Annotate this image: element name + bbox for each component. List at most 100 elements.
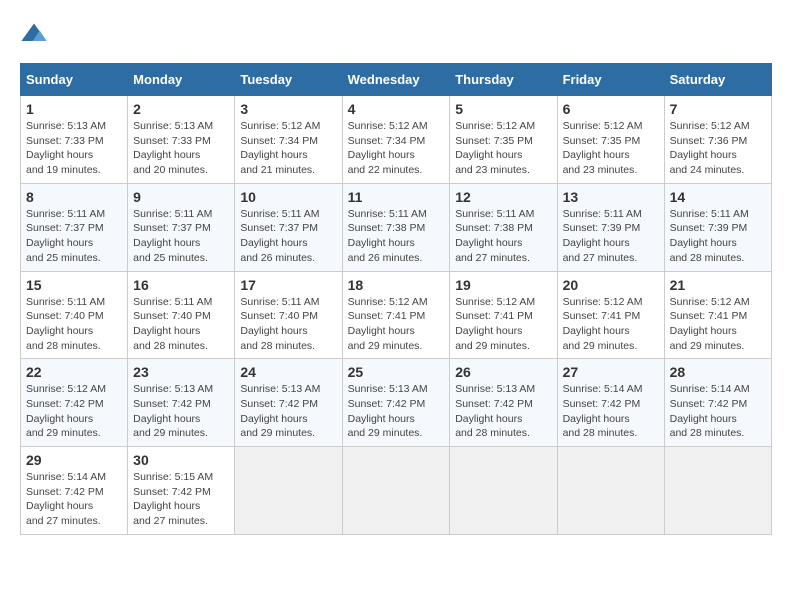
day-number: 9 <box>133 189 229 205</box>
day-info: Sunrise: 5:12 AM Sunset: 7:34 PM Dayligh… <box>348 119 445 178</box>
day-info: Sunrise: 5:12 AM Sunset: 7:35 PM Dayligh… <box>563 119 659 178</box>
table-row: 14 Sunrise: 5:11 AM Sunset: 7:39 PM Dayl… <box>664 183 771 271</box>
logo-icon <box>20 20 48 48</box>
day-info: Sunrise: 5:11 AM Sunset: 7:39 PM Dayligh… <box>563 207 659 266</box>
day-number: 6 <box>563 101 659 117</box>
table-row: 16 Sunrise: 5:11 AM Sunset: 7:40 PM Dayl… <box>128 271 235 359</box>
day-number: 21 <box>670 277 766 293</box>
day-info: Sunrise: 5:14 AM Sunset: 7:42 PM Dayligh… <box>563 382 659 441</box>
day-number: 14 <box>670 189 766 205</box>
table-row: 26 Sunrise: 5:13 AM Sunset: 7:42 PM Dayl… <box>450 359 557 447</box>
table-row: 17 Sunrise: 5:11 AM Sunset: 7:40 PM Dayl… <box>235 271 342 359</box>
table-row: 18 Sunrise: 5:12 AM Sunset: 7:41 PM Dayl… <box>342 271 450 359</box>
day-info: Sunrise: 5:12 AM Sunset: 7:42 PM Dayligh… <box>26 382 122 441</box>
table-row: 2 Sunrise: 5:13 AM Sunset: 7:33 PM Dayli… <box>128 96 235 184</box>
col-tuesday: Tuesday <box>235 64 342 96</box>
day-number: 13 <box>563 189 659 205</box>
calendar-week-row: 8 Sunrise: 5:11 AM Sunset: 7:37 PM Dayli… <box>21 183 772 271</box>
day-info: Sunrise: 5:11 AM Sunset: 7:37 PM Dayligh… <box>240 207 336 266</box>
day-number: 2 <box>133 101 229 117</box>
day-info: Sunrise: 5:12 AM Sunset: 7:41 PM Dayligh… <box>455 295 551 354</box>
day-number: 25 <box>348 364 445 380</box>
table-row: 24 Sunrise: 5:13 AM Sunset: 7:42 PM Dayl… <box>235 359 342 447</box>
table-row: 30 Sunrise: 5:15 AM Sunset: 7:42 PM Dayl… <box>128 447 235 535</box>
table-row: 1 Sunrise: 5:13 AM Sunset: 7:33 PM Dayli… <box>21 96 128 184</box>
calendar-week-row: 29 Sunrise: 5:14 AM Sunset: 7:42 PM Dayl… <box>21 447 772 535</box>
day-number: 24 <box>240 364 336 380</box>
page-header <box>20 20 772 48</box>
day-number: 29 <box>26 452 122 468</box>
day-number: 17 <box>240 277 336 293</box>
table-row <box>450 447 557 535</box>
day-info: Sunrise: 5:12 AM Sunset: 7:41 PM Dayligh… <box>563 295 659 354</box>
day-info: Sunrise: 5:13 AM Sunset: 7:33 PM Dayligh… <box>133 119 229 178</box>
table-row: 3 Sunrise: 5:12 AM Sunset: 7:34 PM Dayli… <box>235 96 342 184</box>
calendar-table: Sunday Monday Tuesday Wednesday Thursday… <box>20 63 772 535</box>
day-info: Sunrise: 5:12 AM Sunset: 7:41 PM Dayligh… <box>348 295 445 354</box>
day-info: Sunrise: 5:11 AM Sunset: 7:37 PM Dayligh… <box>133 207 229 266</box>
table-row: 10 Sunrise: 5:11 AM Sunset: 7:37 PM Dayl… <box>235 183 342 271</box>
day-info: Sunrise: 5:13 AM Sunset: 7:42 PM Dayligh… <box>240 382 336 441</box>
day-info: Sunrise: 5:13 AM Sunset: 7:42 PM Dayligh… <box>133 382 229 441</box>
day-number: 7 <box>670 101 766 117</box>
table-row: 13 Sunrise: 5:11 AM Sunset: 7:39 PM Dayl… <box>557 183 664 271</box>
day-info: Sunrise: 5:13 AM Sunset: 7:42 PM Dayligh… <box>348 382 445 441</box>
day-number: 27 <box>563 364 659 380</box>
day-number: 12 <box>455 189 551 205</box>
day-number: 10 <box>240 189 336 205</box>
day-number: 22 <box>26 364 122 380</box>
col-monday: Monday <box>128 64 235 96</box>
day-number: 18 <box>348 277 445 293</box>
table-row: 15 Sunrise: 5:11 AM Sunset: 7:40 PM Dayl… <box>21 271 128 359</box>
day-number: 30 <box>133 452 229 468</box>
day-number: 8 <box>26 189 122 205</box>
calendar-week-row: 1 Sunrise: 5:13 AM Sunset: 7:33 PM Dayli… <box>21 96 772 184</box>
day-number: 4 <box>348 101 445 117</box>
table-row: 27 Sunrise: 5:14 AM Sunset: 7:42 PM Dayl… <box>557 359 664 447</box>
day-number: 5 <box>455 101 551 117</box>
day-info: Sunrise: 5:14 AM Sunset: 7:42 PM Dayligh… <box>670 382 766 441</box>
day-number: 1 <box>26 101 122 117</box>
day-info: Sunrise: 5:12 AM Sunset: 7:41 PM Dayligh… <box>670 295 766 354</box>
table-row: 9 Sunrise: 5:11 AM Sunset: 7:37 PM Dayli… <box>128 183 235 271</box>
table-row <box>664 447 771 535</box>
table-row: 11 Sunrise: 5:11 AM Sunset: 7:38 PM Dayl… <box>342 183 450 271</box>
calendar-week-row: 22 Sunrise: 5:12 AM Sunset: 7:42 PM Dayl… <box>21 359 772 447</box>
day-info: Sunrise: 5:12 AM Sunset: 7:34 PM Dayligh… <box>240 119 336 178</box>
day-number: 16 <box>133 277 229 293</box>
col-wednesday: Wednesday <box>342 64 450 96</box>
table-row: 12 Sunrise: 5:11 AM Sunset: 7:38 PM Dayl… <box>450 183 557 271</box>
day-info: Sunrise: 5:11 AM Sunset: 7:40 PM Dayligh… <box>240 295 336 354</box>
day-info: Sunrise: 5:13 AM Sunset: 7:42 PM Dayligh… <box>455 382 551 441</box>
col-saturday: Saturday <box>664 64 771 96</box>
col-friday: Friday <box>557 64 664 96</box>
day-info: Sunrise: 5:11 AM Sunset: 7:37 PM Dayligh… <box>26 207 122 266</box>
day-info: Sunrise: 5:11 AM Sunset: 7:38 PM Dayligh… <box>455 207 551 266</box>
day-number: 23 <box>133 364 229 380</box>
table-row: 8 Sunrise: 5:11 AM Sunset: 7:37 PM Dayli… <box>21 183 128 271</box>
day-number: 28 <box>670 364 766 380</box>
table-row: 23 Sunrise: 5:13 AM Sunset: 7:42 PM Dayl… <box>128 359 235 447</box>
table-row: 21 Sunrise: 5:12 AM Sunset: 7:41 PM Dayl… <box>664 271 771 359</box>
table-row: 29 Sunrise: 5:14 AM Sunset: 7:42 PM Dayl… <box>21 447 128 535</box>
day-info: Sunrise: 5:12 AM Sunset: 7:36 PM Dayligh… <box>670 119 766 178</box>
table-row <box>235 447 342 535</box>
day-number: 19 <box>455 277 551 293</box>
logo <box>20 20 52 48</box>
day-info: Sunrise: 5:11 AM Sunset: 7:40 PM Dayligh… <box>133 295 229 354</box>
table-row: 25 Sunrise: 5:13 AM Sunset: 7:42 PM Dayl… <box>342 359 450 447</box>
day-info: Sunrise: 5:13 AM Sunset: 7:33 PM Dayligh… <box>26 119 122 178</box>
day-info: Sunrise: 5:15 AM Sunset: 7:42 PM Dayligh… <box>133 470 229 529</box>
calendar-header-row: Sunday Monday Tuesday Wednesday Thursday… <box>21 64 772 96</box>
day-number: 11 <box>348 189 445 205</box>
day-info: Sunrise: 5:11 AM Sunset: 7:38 PM Dayligh… <box>348 207 445 266</box>
table-row: 20 Sunrise: 5:12 AM Sunset: 7:41 PM Dayl… <box>557 271 664 359</box>
table-row <box>342 447 450 535</box>
table-row: 5 Sunrise: 5:12 AM Sunset: 7:35 PM Dayli… <box>450 96 557 184</box>
day-info: Sunrise: 5:14 AM Sunset: 7:42 PM Dayligh… <box>26 470 122 529</box>
table-row <box>557 447 664 535</box>
col-thursday: Thursday <box>450 64 557 96</box>
day-number: 15 <box>26 277 122 293</box>
day-info: Sunrise: 5:12 AM Sunset: 7:35 PM Dayligh… <box>455 119 551 178</box>
calendar-week-row: 15 Sunrise: 5:11 AM Sunset: 7:40 PM Dayl… <box>21 271 772 359</box>
